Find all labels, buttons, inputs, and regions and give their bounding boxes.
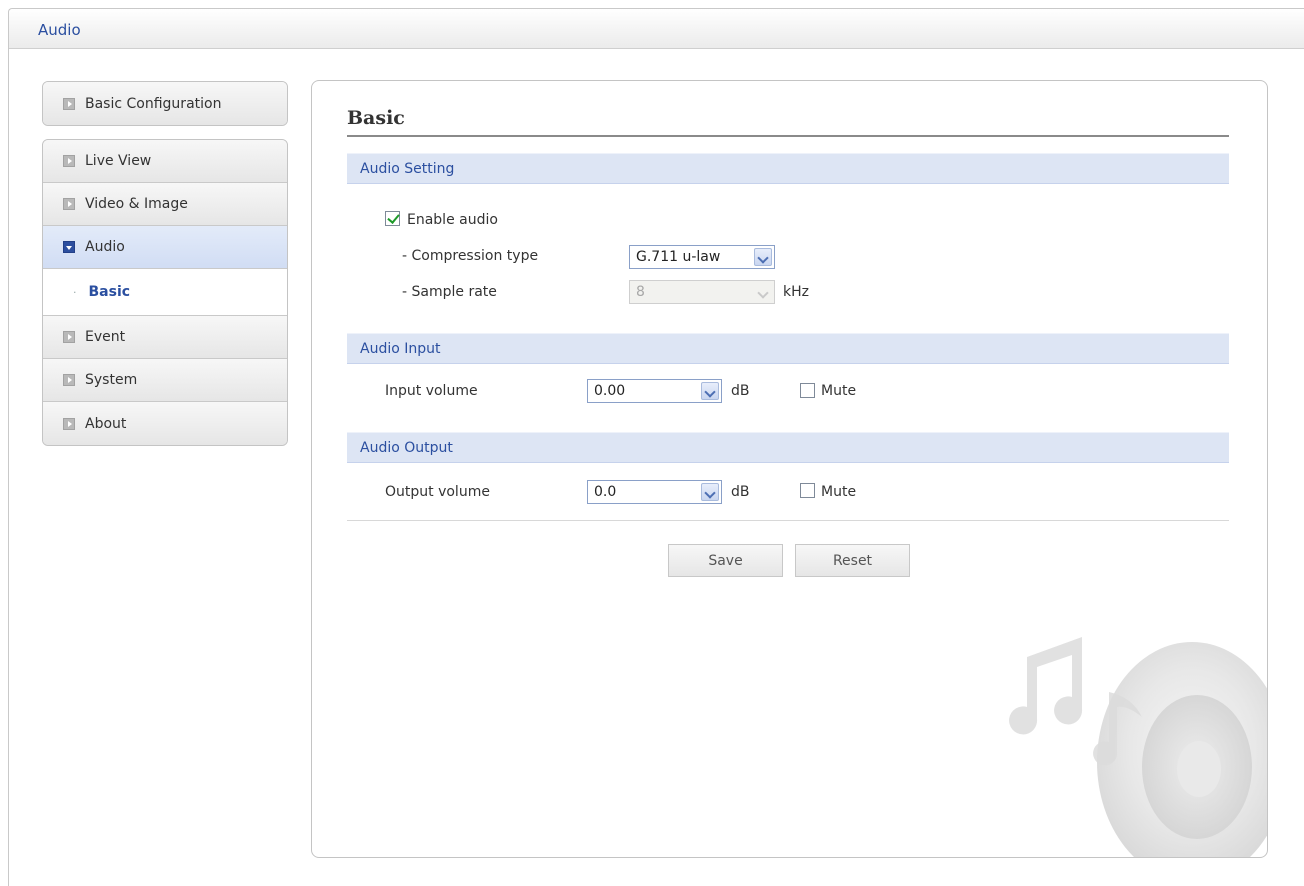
sidebar-item-label: Event	[85, 329, 126, 345]
sample-rate-value: 8	[636, 284, 645, 300]
expand-arrow-icon	[63, 331, 75, 343]
sidebar-item-live-view[interactable]: Live View	[43, 140, 287, 183]
input-volume-unit: dB	[731, 383, 750, 399]
sidebar-subitem-label: Basic	[88, 284, 131, 300]
input-volume-select[interactable]: 0.00	[587, 379, 722, 403]
compression-type-value: G.711 u-law	[636, 249, 721, 265]
sidebar-item-label: Video & Image	[85, 196, 188, 212]
sidebar-item-label: Basic Configuration	[85, 95, 222, 112]
sidebar-subitem-basic[interactable]: · Basic	[43, 269, 287, 316]
expand-arrow-icon	[63, 374, 75, 386]
reset-button[interactable]: Reset	[795, 544, 910, 577]
compression-type-select[interactable]: G.711 u-law	[629, 245, 775, 269]
input-volume-label: Input volume	[385, 383, 478, 399]
main-panel: Basic Audio Setting Enable audio - Compr…	[311, 80, 1268, 858]
collapse-arrow-icon	[63, 241, 75, 253]
output-mute-checkbox[interactable]	[800, 483, 815, 498]
sidebar-item-label: System	[85, 372, 138, 388]
sample-rate-label: - Sample rate	[402, 284, 497, 300]
sidebar-item-audio[interactable]: Audio	[43, 226, 287, 269]
enable-audio-label: Enable audio	[407, 212, 498, 228]
output-volume-select[interactable]: 0.0	[587, 480, 722, 504]
expand-arrow-icon	[63, 198, 75, 210]
sidebar-item-event[interactable]: Event	[43, 316, 287, 359]
sidebar-item-basic-configuration[interactable]: Basic Configuration	[43, 82, 287, 125]
output-volume-label: Output volume	[385, 484, 490, 500]
sidebar-item-about[interactable]: About	[43, 402, 287, 445]
sidebar-item-label: Live View	[85, 153, 152, 169]
input-mute-checkbox[interactable]	[800, 383, 815, 398]
input-volume-value: 0.00	[594, 383, 626, 399]
input-mute-label: Mute	[821, 383, 857, 399]
title-divider	[347, 135, 1229, 137]
section-audio-setting: Audio Setting	[347, 153, 1229, 184]
header-bar	[9, 9, 1304, 49]
chevron-down-icon	[701, 483, 719, 501]
expand-arrow-icon	[63, 97, 75, 110]
section-audio-input: Audio Input	[347, 333, 1229, 364]
section-audio-output: Audio Output	[347, 432, 1229, 463]
sample-rate-select: 8	[629, 280, 775, 304]
compression-type-label: - Compression type	[402, 248, 539, 264]
nav-group-basic: Basic Configuration	[42, 81, 288, 126]
form-divider	[347, 520, 1229, 521]
sidebar-item-video-image[interactable]: Video & Image	[43, 183, 287, 226]
expand-arrow-icon	[63, 155, 75, 167]
speaker-music-watermark-icon	[1009, 637, 1267, 857]
sidebar-item-label: About	[85, 415, 127, 432]
sample-rate-unit: kHz	[783, 284, 809, 300]
expand-arrow-icon	[63, 417, 75, 430]
page-header-title: Audio	[38, 21, 81, 39]
page-title: Basic	[347, 107, 405, 129]
output-volume-value: 0.0	[594, 484, 617, 500]
enable-audio-checkbox[interactable]	[385, 211, 400, 226]
chevron-down-icon	[754, 248, 772, 266]
bullet-icon: ·	[73, 285, 77, 299]
nav-group-main: Live View Video & Image Audio · Basic Ev…	[42, 139, 288, 446]
sidebar-item-label: Audio	[85, 239, 125, 255]
save-button[interactable]: Save	[668, 544, 783, 577]
output-volume-unit: dB	[731, 484, 750, 500]
output-mute-label: Mute	[821, 484, 857, 500]
chevron-down-icon	[754, 283, 772, 301]
chevron-down-icon	[701, 382, 719, 400]
sidebar-item-system[interactable]: System	[43, 359, 287, 402]
